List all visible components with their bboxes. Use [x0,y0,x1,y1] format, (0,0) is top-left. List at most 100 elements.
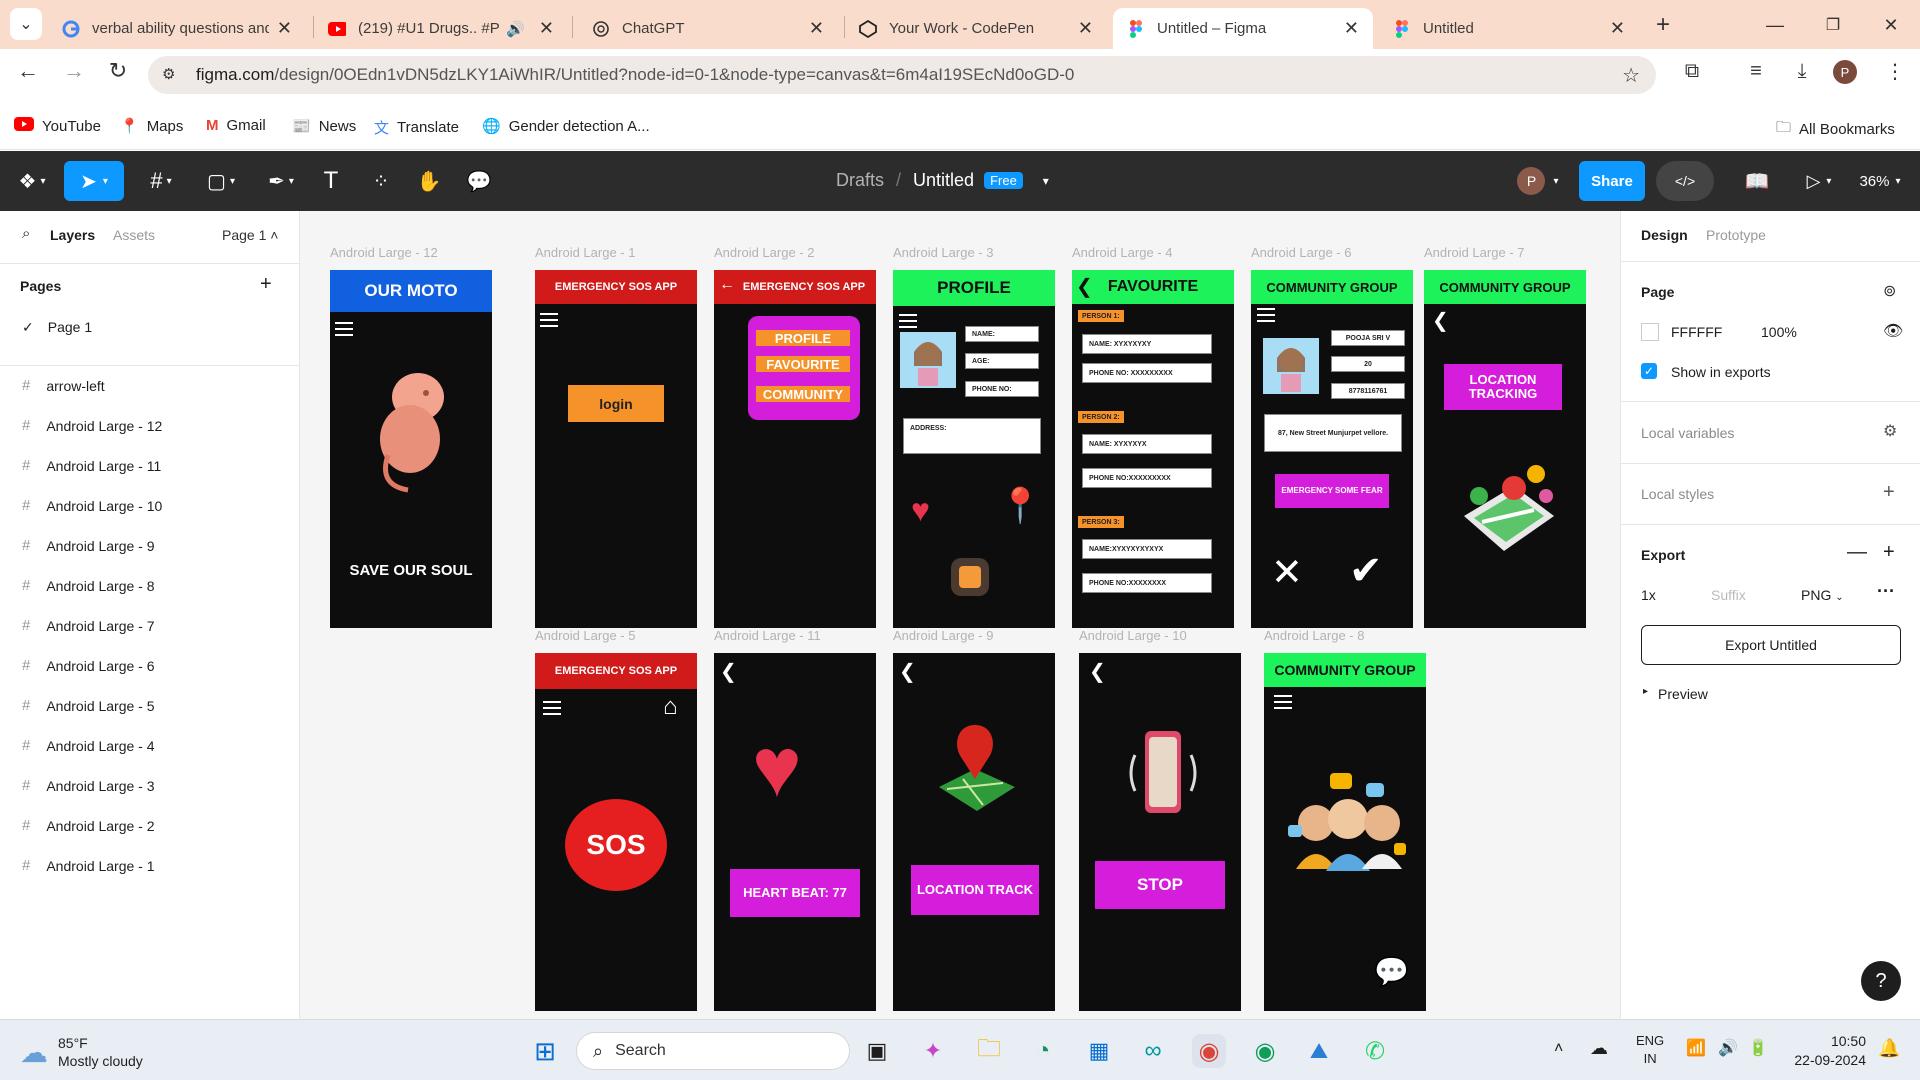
eye-icon[interactable]: 👁 [1883,321,1903,341]
plus-icon[interactable]: + [1883,541,1895,564]
restore-button[interactable]: ❐ [1818,10,1848,40]
frame-label[interactable]: Android Large - 11 [714,628,821,643]
browser-tab-5[interactable]: Untitled – Figma ✕ [1113,8,1373,49]
browser-tab-3[interactable]: ChatGPT ✕ [578,8,838,49]
frame-android-large-11[interactable]: ❮ ♥ HEART BEAT: 77 [714,653,876,1011]
tab-prototype[interactable]: Prototype [1706,227,1766,243]
menu-profile[interactable]: PROFILE [756,330,850,346]
more-menu-icon[interactable]: ⋮ [1880,55,1910,87]
text-tool[interactable]: T [314,161,348,201]
close-icon[interactable]: ✕ [1344,18,1359,39]
tab-assets[interactable]: Assets [113,227,155,243]
bookmark-gmail[interactable]: M Gmail [206,117,266,134]
location-pin-icon[interactable]: 📍 [999,486,1041,526]
phone-field[interactable]: PHONE NO: XXXXXXXXX [1082,363,1212,383]
frame-android-large-5[interactable]: EMERGENCY SOS APP ⌂ SOS [535,653,697,1011]
comment-tool[interactable]: 💬 [462,161,496,201]
frame-android-large-6[interactable]: COMMUNITY GROUP POOJA SRI V 20 877811676… [1251,270,1413,628]
photos-icon[interactable]: ⛰ [1302,1034,1336,1068]
export-format-select[interactable]: PNG ⌄ [1801,587,1844,603]
layer-item[interactable]: # Android Large - 5 [22,697,155,714]
resources-tool[interactable]: ⁘ [364,161,398,201]
layer-item[interactable]: # Android Large - 12 [22,417,162,434]
bookmark-star-icon[interactable]: ☆ [1622,63,1640,88]
chevron-down-icon[interactable]: ▾ [1043,174,1049,188]
site-info-icon[interactable]: ⚙ [162,65,175,83]
close-icon[interactable]: ✕ [1271,550,1303,595]
more-options-icon[interactable]: ··· [1877,581,1895,602]
url-bar[interactable]: ⚙ figma.com/design/0OEdn1vDN5dzLKY1AiWhI… [148,56,1656,94]
frame-android-large-1[interactable]: EMERGENCY SOS APP login [535,270,697,628]
name-field[interactable]: NAME: XYXYXYX [1082,434,1212,454]
frame-label[interactable]: Android Large - 6 [1251,245,1351,260]
layer-item[interactable]: # Android Large - 11 [22,457,161,474]
name-field[interactable]: NAME: XYXYXYXY [1082,334,1212,354]
bookmark-news[interactable]: 📰 News [292,117,356,136]
plus-icon[interactable]: + [1883,481,1895,504]
page-item[interactable]: ✓ Page 1 [22,319,92,336]
location-tracking-button[interactable]: LOCATION TRACKING [1444,364,1562,410]
close-icon[interactable]: ✕ [1610,18,1625,39]
onedrive-icon[interactable]: ☁ [1590,1038,1608,1059]
layer-item[interactable]: # Android Large - 2 [22,817,155,834]
taskbar-search[interactable]: ⌕ Search [576,1032,850,1070]
layer-item[interactable]: # Android Large - 3 [22,777,155,794]
whatsapp-icon[interactable]: ✆ [1358,1034,1392,1068]
task-view-icon[interactable]: ▣ [860,1034,894,1068]
close-icon[interactable]: ✕ [1078,18,1093,39]
sos-button[interactable]: SOS [565,799,667,891]
frame-label[interactable]: Android Large - 9 [893,628,993,643]
color-styles-icon[interactable]: ⊚ [1883,281,1896,301]
all-bookmarks[interactable]: 🗀 All Bookmarks [1776,117,1895,142]
forward-button[interactable]: → [58,55,90,87]
frame-android-large-3[interactable]: PROFILE NAME: AGE: PHONE NO: ADDRESS: ♥ … [893,270,1055,628]
chevron-up-icon[interactable]: ˄ [1554,1040,1563,1058]
chat-bubble-icon[interactable]: 💬 [1374,955,1409,988]
frame-android-large-10[interactable]: ❮ STOP [1079,653,1241,1011]
local-variables-label[interactable]: Local variables [1641,425,1734,441]
phone-field[interactable]: 8778116761 [1331,383,1405,399]
tab-layers[interactable]: Layers [50,227,95,243]
frame-label[interactable]: Android Large - 2 [714,245,814,260]
browser-tab-2[interactable]: (219) #U1 Drugs.. #Pai 🔊 ✕ [314,8,568,49]
start-button[interactable]: ⊞ [528,1034,562,1068]
sliders-icon[interactable]: ⚙ [1883,421,1897,441]
address-field[interactable]: ADDRESS: [903,418,1041,454]
layer-item[interactable]: # Android Large - 6 [22,657,155,674]
bg-opacity-value[interactable]: 100% [1761,324,1797,340]
menu-favourite[interactable]: FAVOURITE [756,356,850,372]
close-window-button[interactable]: ✕ [1876,10,1906,40]
export-suffix-input[interactable]: Suffix [1711,587,1746,603]
check-icon[interactable]: ✔ [1349,548,1383,594]
file-name[interactable]: Untitled [913,170,974,191]
add-page-button[interactable]: + [260,273,272,296]
back-button[interactable]: ← [12,55,44,87]
frame-android-large-4[interactable]: FAVOURITE ❮ PERSON 1: NAME: XYXYXYXY PHO… [1072,270,1234,628]
user-avatar[interactable]: P ▾ [1506,161,1570,201]
frame-android-large-7[interactable]: COMMUNITY GROUP ❮ LOCATION TRACKING [1424,270,1586,628]
preview-toggle[interactable]: ▸ Preview [1643,686,1708,702]
frame-label[interactable]: Android Large - 4 [1072,245,1172,260]
pen-tool[interactable]: ✒ ▾ [256,161,306,201]
close-icon[interactable]: ✕ [539,18,554,39]
hand-tool[interactable]: ✋ [412,161,446,201]
page-selector[interactable]: Page 1 ˄ [222,227,278,243]
frame-android-large-9[interactable]: ❮ LOCATION TRACK [893,653,1055,1011]
chevron-left-icon[interactable]: ❮ [899,659,916,684]
age-field[interactable]: AGE: [965,353,1039,369]
layer-item[interactable]: # Android Large - 9 [22,537,155,554]
show-in-exports-checkbox[interactable]: ✓ [1641,363,1657,379]
search-icon[interactable]: ⌕ [22,225,30,242]
home-icon[interactable]: ⌂ [663,693,678,721]
browser-tab-1[interactable]: verbal ability questions and ✕ [48,8,306,49]
volume-icon[interactable]: 🔊 [1718,1038,1738,1058]
chevron-left-icon[interactable]: ❮ [1076,274,1093,299]
close-icon[interactable]: ✕ [809,18,824,39]
frame-label[interactable]: Android Large - 12 [330,245,438,260]
minus-icon[interactable]: — [1847,541,1867,564]
location-track-button[interactable]: LOCATION TRACK [911,865,1039,915]
frame-label[interactable]: Android Large - 8 [1264,628,1364,643]
chevron-left-icon[interactable]: ❮ [1089,659,1106,684]
bg-color-swatch[interactable] [1641,323,1659,341]
share-button[interactable]: Share [1579,161,1645,201]
